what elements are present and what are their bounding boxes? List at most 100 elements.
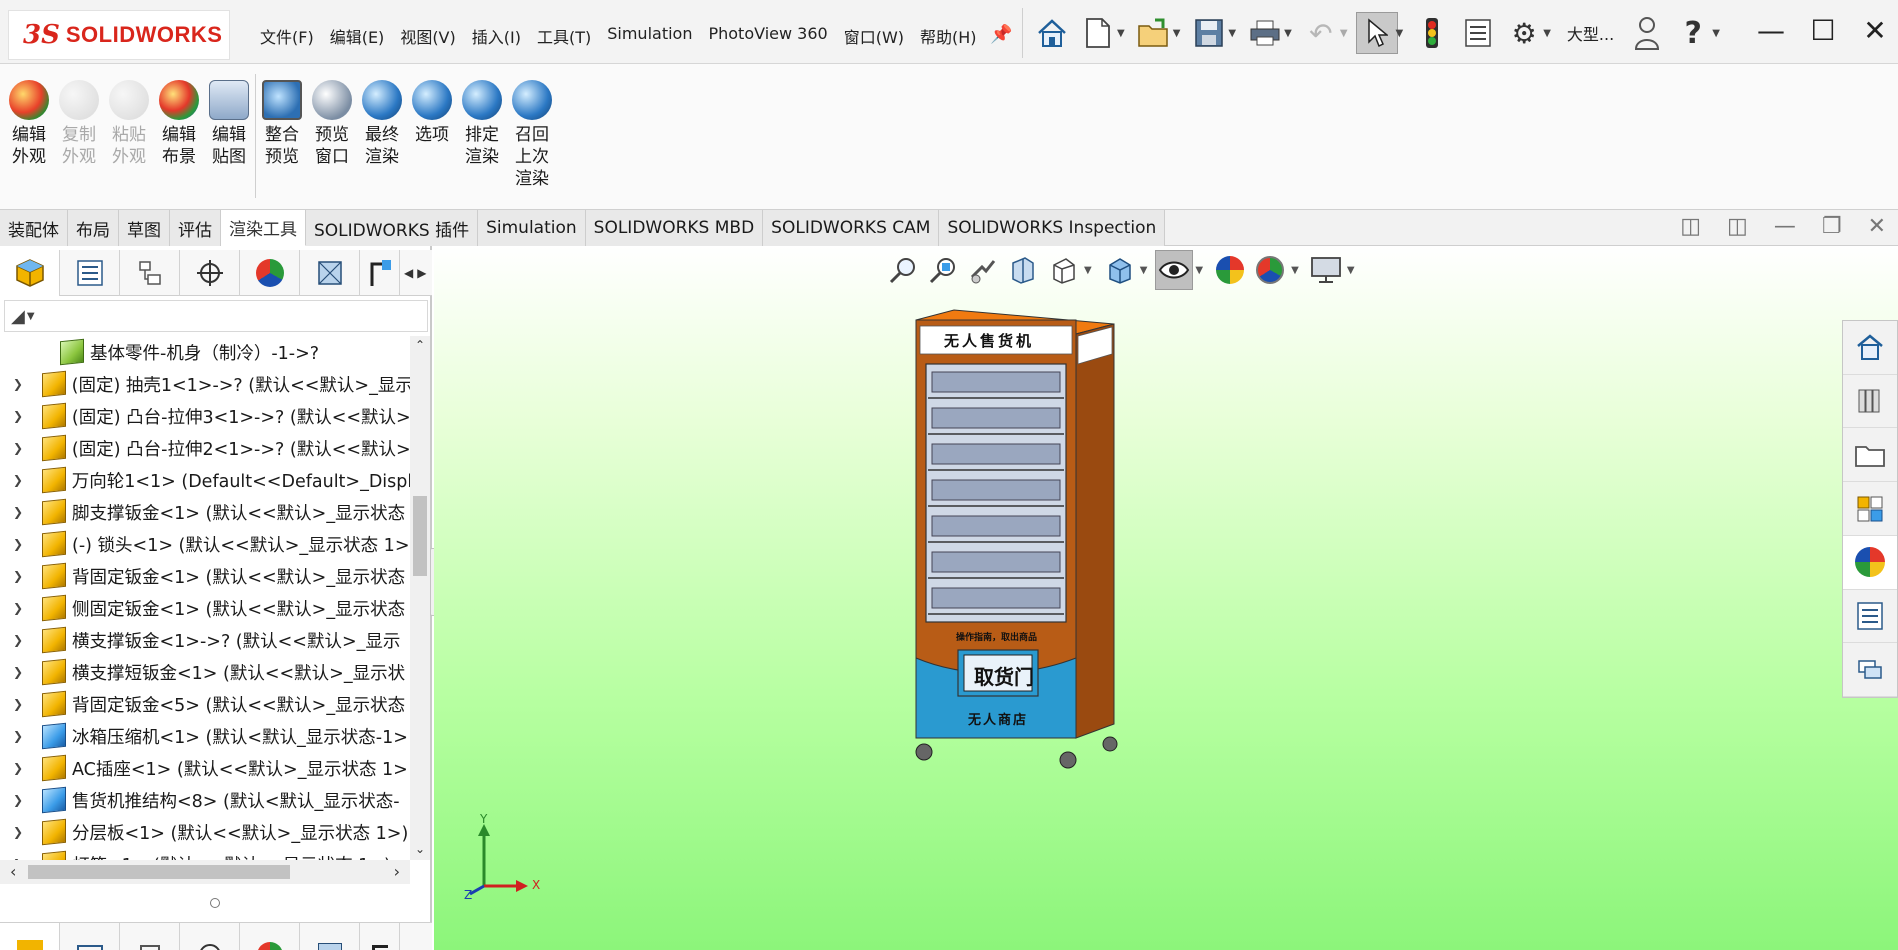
graphics-viewport[interactable]: ▼ ▼ ▼ ▼ ▼ 无人售货机 操作指南，取出商品 取货门 无人商店 Y X Z bbox=[434, 246, 1898, 950]
tree-item[interactable]: ❯ 背固定钣金<1> (默认<<默认>_显示状态 bbox=[0, 560, 410, 592]
expand-arrow-icon[interactable]: ❯ bbox=[8, 441, 28, 455]
options-dropdown-icon[interactable]: ▼ bbox=[1543, 28, 1551, 39]
zoom-to-area-icon[interactable] bbox=[924, 250, 962, 290]
scroll-thumb[interactable] bbox=[413, 496, 427, 576]
file-properties-icon[interactable] bbox=[1457, 12, 1499, 54]
menu-photoview[interactable]: PhotoView 360 bbox=[700, 24, 835, 48]
save-dropdown-icon[interactable]: ▼ bbox=[1228, 28, 1236, 39]
expand-arrow-icon[interactable]: ❯ bbox=[8, 825, 28, 839]
solidworks-logo[interactable]: 3S SOLIDWORKS bbox=[8, 10, 230, 60]
menu-insert[interactable]: 插入(I) bbox=[464, 24, 529, 48]
tab-simulation[interactable]: Simulation bbox=[478, 210, 586, 246]
feature-manager-tree-icon[interactable] bbox=[0, 250, 60, 296]
menu-help[interactable]: 帮助(H) bbox=[912, 24, 985, 48]
expand-arrow-icon[interactable]: ❯ bbox=[8, 409, 28, 423]
tree-item[interactable]: ❯ 分层板<1> (默认<<默认>_显示状态 1>) bbox=[0, 816, 410, 848]
property-manager-icon[interactable] bbox=[60, 250, 120, 296]
tree-item[interactable]: ❯ 横支撑钣金<1>->? (默认<<默认>_显示 bbox=[0, 624, 410, 656]
preview-window-button[interactable]: 预览 窗口 bbox=[307, 80, 357, 168]
vending-machine-model[interactable]: 无人售货机 操作指南，取出商品 取货门 无人商店 bbox=[904, 306, 1164, 776]
copy-appearance-button[interactable]: 复制 外观 bbox=[54, 80, 104, 168]
tree-item[interactable]: ❯ (固定) 凸台-拉伸2<1>->? (默认<<默认> bbox=[0, 432, 410, 464]
cam-manager-icon[interactable] bbox=[360, 923, 400, 950]
save-icon[interactable] bbox=[1188, 12, 1230, 54]
expand-arrow-icon[interactable]: ❯ bbox=[8, 537, 28, 551]
expand-arrow-icon[interactable]: ❯ bbox=[8, 505, 28, 519]
minimize-icon[interactable]: — bbox=[1756, 14, 1786, 47]
appearances-icon[interactable] bbox=[300, 250, 360, 296]
tab-layout[interactable]: 布局 bbox=[68, 210, 119, 246]
view-settings-dropdown-icon[interactable]: ▼ bbox=[1347, 265, 1355, 276]
solidworks-forum-icon[interactable] bbox=[1843, 643, 1897, 698]
zoom-to-fit-icon[interactable] bbox=[884, 250, 922, 290]
menu-window[interactable]: 窗口(W) bbox=[836, 24, 912, 48]
cam-manager-icon[interactable] bbox=[360, 250, 400, 296]
tab-assembly[interactable]: 装配体 bbox=[0, 210, 68, 246]
tab-sketch[interactable]: 草图 bbox=[119, 210, 170, 246]
dimxpert-manager-icon[interactable] bbox=[180, 250, 240, 296]
tree-horizontal-scrollbar[interactable]: ‹ › bbox=[0, 860, 410, 884]
help-icon[interactable]: ? bbox=[1672, 12, 1714, 54]
tab-solidworks-mbd[interactable]: SOLIDWORKS MBD bbox=[585, 210, 764, 246]
tab-solidworks-inspection[interactable]: SOLIDWORKS Inspection bbox=[939, 210, 1166, 246]
final-render-button[interactable]: 最终 渲染 bbox=[357, 80, 407, 168]
apply-scene-dropdown-icon[interactable]: ▼ bbox=[1291, 265, 1299, 276]
display-style-icon[interactable] bbox=[1100, 250, 1138, 290]
recall-last-render-button[interactable]: 召回 上次 渲染 bbox=[507, 80, 557, 190]
select-pointer-icon[interactable] bbox=[1355, 12, 1398, 54]
view-orientation-icon[interactable] bbox=[1044, 250, 1082, 290]
doc-minimize-icon[interactable]: — bbox=[1774, 214, 1796, 239]
appearances-icon[interactable] bbox=[300, 923, 360, 950]
scroll-left-icon[interactable]: ◀ bbox=[404, 266, 413, 280]
filter-dropdown-icon[interactable]: ▼ bbox=[27, 311, 35, 322]
gear-icon[interactable]: ⚙ bbox=[1503, 12, 1545, 54]
view-palette-icon[interactable] bbox=[1843, 482, 1897, 536]
section-view-icon[interactable] bbox=[1004, 250, 1042, 290]
scroll-right-arrow-icon[interactable]: › bbox=[394, 862, 400, 881]
render-options-button[interactable]: 选项 bbox=[407, 80, 457, 146]
tree-item[interactable]: ❯ 背固定钣金<5> (默认<<默认>_显示状态 bbox=[0, 688, 410, 720]
expand-arrow-icon[interactable]: ❯ bbox=[8, 377, 28, 391]
scroll-up-icon[interactable]: ⌃ bbox=[410, 338, 430, 352]
rebuild-traffic-light-icon[interactable] bbox=[1411, 12, 1453, 54]
tree-item[interactable]: ❯ 灯箱<1> (默认<<默认>_显示状态 1>) bbox=[0, 848, 410, 860]
display-style-dropdown-icon[interactable]: ▼ bbox=[1140, 265, 1148, 276]
tab-render-tools[interactable]: 渲染工具 bbox=[221, 210, 306, 246]
panel-split-handle[interactable] bbox=[210, 898, 220, 908]
undo-icon[interactable]: ↶ bbox=[1300, 12, 1342, 54]
undo-dropdown-icon[interactable]: ▼ bbox=[1340, 28, 1348, 39]
tile-left-icon[interactable]: ◫ bbox=[1680, 214, 1701, 239]
configuration-manager-icon[interactable] bbox=[120, 923, 180, 950]
tree-item[interactable]: ❯ 侧固定钣金<1> (默认<<默认>_显示状态 bbox=[0, 592, 410, 624]
tree-item[interactable]: ❯ (固定) 抽壳1<1>->? (默认<<默认>_显示 bbox=[0, 368, 410, 400]
scroll-left-arrow-icon[interactable]: ‹ bbox=[10, 862, 16, 881]
expand-arrow-icon[interactable]: ❯ bbox=[8, 665, 28, 679]
design-library-icon[interactable] bbox=[1843, 375, 1897, 429]
open-dropdown-icon[interactable]: ▼ bbox=[1173, 28, 1181, 39]
print-dropdown-icon[interactable]: ▼ bbox=[1284, 28, 1292, 39]
scroll-down-icon[interactable]: ⌄ bbox=[410, 842, 430, 856]
help-dropdown-icon[interactable]: ▼ bbox=[1712, 28, 1720, 39]
pin-icon[interactable]: 📌 bbox=[990, 24, 1012, 45]
apply-scene-icon[interactable] bbox=[1251, 250, 1289, 290]
hide-show-dropdown-icon[interactable]: ▼ bbox=[1195, 265, 1203, 276]
expand-arrow-icon[interactable]: ❯ bbox=[8, 601, 28, 615]
schedule-render-button[interactable]: 排定 渲染 bbox=[457, 80, 507, 168]
configuration-manager-icon[interactable] bbox=[120, 250, 180, 296]
menu-tools[interactable]: 工具(T) bbox=[529, 24, 599, 48]
expand-arrow-icon[interactable]: ❯ bbox=[8, 633, 28, 647]
expand-arrow-icon[interactable]: ❯ bbox=[8, 793, 28, 807]
open-icon[interactable] bbox=[1133, 12, 1175, 54]
scroll-right-icon[interactable]: ▶ bbox=[417, 266, 426, 280]
user-avatar-icon[interactable] bbox=[1626, 12, 1668, 54]
edit-appearance-button[interactable]: 编辑 外观 bbox=[4, 80, 54, 168]
custom-properties-icon[interactable] bbox=[1843, 590, 1897, 644]
menu-view[interactable]: 视图(V) bbox=[392, 24, 463, 48]
appearances-scenes-decals-icon[interactable] bbox=[1843, 535, 1897, 590]
integrated-preview-button[interactable]: 整合 预览 bbox=[257, 80, 307, 168]
doc-restore-icon[interactable]: ❐ bbox=[1822, 214, 1842, 239]
tree-item[interactable]: ❯ 脚支撑钣金<1> (默认<<默认>_显示状态 bbox=[0, 496, 410, 528]
tree-item[interactable]: ❯ 万向轮1<1> (Default<<Default>_Displ bbox=[0, 464, 410, 496]
tree-item[interactable]: ❯ (固定) 凸台-拉伸3<1>->? (默认<<默认> bbox=[0, 400, 410, 432]
tree-item[interactable]: ❯ AC插座<1> (默认<<默认>_显示状态 1> bbox=[0, 752, 410, 784]
